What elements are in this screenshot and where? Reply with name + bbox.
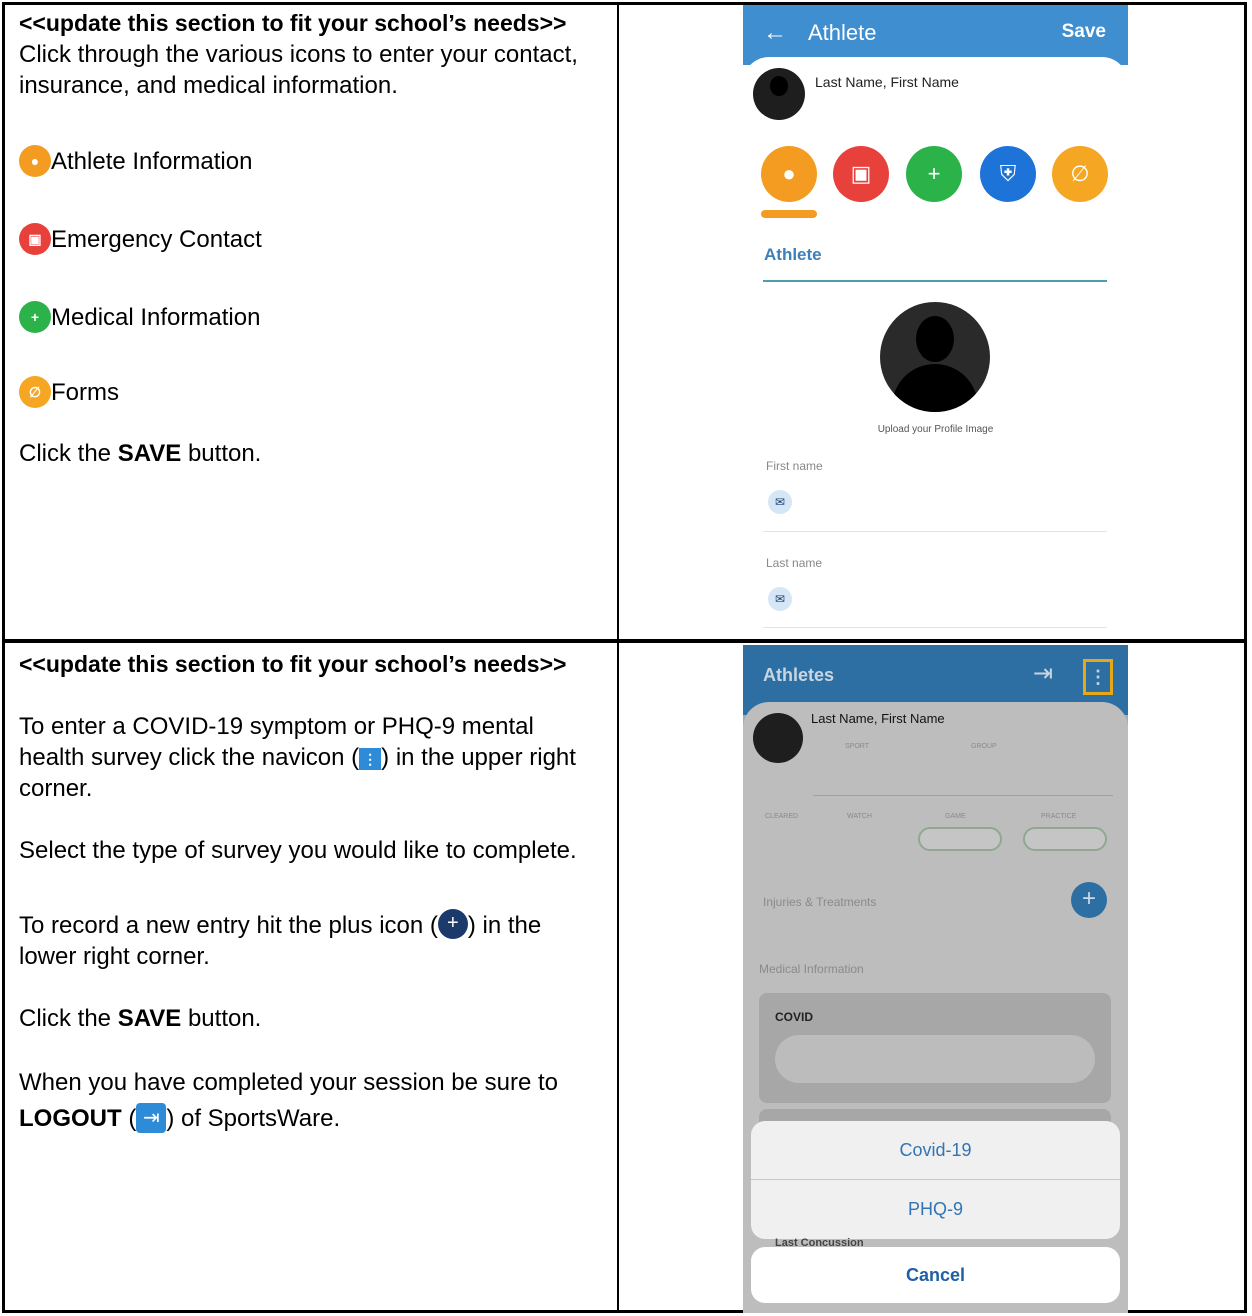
covid-19-option[interactable]: Covid-19 (751, 1121, 1120, 1179)
logout-bold: LOGOUT (19, 1105, 122, 1132)
plus-icon: + (437, 909, 468, 939)
item-emergency-contact: ▣ Emergency Contact (19, 223, 599, 255)
profile-card: Last Name, First Name (743, 57, 1128, 135)
section1-save-instruction: Click the SAVE button. (19, 438, 599, 469)
athletes-screenshot: Athletes ⇥ ⋮ Last Name, First Name SPORT… (743, 645, 1128, 1313)
first-name-field[interactable] (763, 531, 1107, 532)
upload-label: Upload your Profile Image (877, 424, 994, 435)
save-suffix: button. (181, 440, 262, 467)
envelope-icon: ✉ (768, 490, 792, 514)
save-bold: SAVE (117, 1005, 182, 1032)
tab-emergency-icon[interactable]: ▣ (833, 146, 889, 202)
section1-intro: Click through the various icons to enter… (19, 41, 578, 99)
athlete-name: Last Name, First Name (811, 711, 945, 726)
save-prefix: Click the (19, 1005, 118, 1032)
navicon-menu-icon[interactable]: ⋮ (1083, 659, 1113, 695)
profile-image[interactable] (880, 302, 990, 412)
contact-card-icon: ▣ (19, 223, 51, 255)
navicon-icon: ⋮ (359, 748, 382, 770)
screen-title: Athlete (808, 20, 877, 45)
add-entry-plus-icon[interactable]: + (1071, 882, 1107, 918)
status-game: GAME (945, 813, 966, 820)
avatar (753, 68, 805, 120)
section2-plus-instruction: To record a new entry hit the plus icon … (19, 909, 599, 972)
section1-header: <<update this section to fit your school… (19, 10, 567, 36)
logout-icon: ⇥ (136, 1103, 167, 1133)
column-divider (617, 2, 619, 1313)
section-title: Athlete (764, 245, 822, 264)
covid-field[interactable] (775, 1035, 1095, 1083)
logout-text-a: When you have completed your session be … (19, 1069, 558, 1096)
logout-icon[interactable]: ⇥ (1033, 659, 1053, 688)
item-medical-info: + Medical Information (19, 301, 599, 333)
item-emergency-label: Emergency Contact (51, 226, 262, 253)
back-arrow-icon[interactable]: ← (763, 19, 787, 47)
save-suffix: button. (181, 1005, 262, 1032)
tab-forms-icon[interactable]: ∅ (1052, 146, 1108, 202)
item-athlete-info: ● Athlete Information (19, 145, 599, 177)
section2-header: <<update this section to fit your school… (19, 651, 567, 677)
medical-info-label: Medical Information (759, 962, 864, 976)
status-practice: PRACTICE (1041, 813, 1077, 820)
item-medical-label: Medical Information (51, 304, 261, 331)
logout-text-c: ) of SportsWare. (166, 1105, 341, 1132)
athlete-name: Last Name, First Name (815, 74, 959, 90)
section2-logout-instruction: When you have completed your session be … (19, 1065, 599, 1137)
covid-label: COVID (775, 1010, 814, 1024)
item-athlete-label: Athlete Information (51, 148, 253, 175)
survey-action-sheet: Covid-19 PHQ-9 (751, 1121, 1120, 1239)
covid-box: COVID (759, 993, 1111, 1103)
status-cleared: CLEARED (765, 813, 799, 820)
phq-9-option[interactable]: PHQ-9 (751, 1180, 1120, 1238)
person-icon: ● (19, 145, 51, 177)
divider (813, 795, 1113, 796)
screen-title: Athletes (763, 665, 835, 685)
group-label: GROUP (971, 743, 997, 750)
practice-status-pill[interactable] (1023, 827, 1107, 851)
envelope-icon: ✉ (768, 587, 792, 611)
injuries-label: Injuries & Treatments (763, 895, 877, 909)
athlete-screenshot: ← Athlete Save Last Name, First Name ● ▣… (743, 5, 1128, 637)
save-button[interactable]: Save (1062, 21, 1106, 43)
status-watch: WATCH (847, 813, 872, 820)
save-prefix: Click the (19, 440, 118, 467)
section2-navicon-instruction: To enter a COVID-19 symptom or PHQ-9 men… (19, 711, 599, 804)
item-forms: ∅ Forms (19, 376, 599, 408)
first-name-label: First name (766, 459, 823, 473)
medical-book-icon: + (19, 301, 51, 333)
section2-text: <<update this section to fit your school… (19, 649, 599, 1137)
cancel-button[interactable]: Cancel (751, 1247, 1120, 1303)
active-tab-indicator (761, 210, 817, 218)
tab-medical-icon[interactable]: + (906, 146, 962, 202)
paperclip-icon: ∅ (19, 376, 51, 408)
last-name-label: Last name (766, 556, 823, 570)
plus-text-a: To record a new entry hit the plus icon … (19, 912, 438, 939)
row-divider (2, 639, 1247, 643)
section2-survey-instruction: Select the type of survey you would like… (19, 837, 577, 864)
item-forms-label: Forms (51, 379, 119, 406)
tab-athlete-icon[interactable]: ● (761, 146, 817, 202)
logout-text-b: ( (121, 1105, 137, 1132)
avatar (753, 713, 803, 763)
section1-text: <<update this section to fit your school… (19, 8, 599, 469)
last-name-field[interactable] (763, 627, 1107, 628)
sport-label: SPORT (845, 743, 869, 750)
save-bold: SAVE (117, 440, 182, 467)
game-status-pill[interactable] (918, 827, 1002, 851)
section-underline (763, 280, 1107, 282)
section2-save-instruction: Click the SAVE button. (19, 1003, 599, 1034)
tab-insurance-icon[interactable]: ⛨ (980, 146, 1036, 202)
